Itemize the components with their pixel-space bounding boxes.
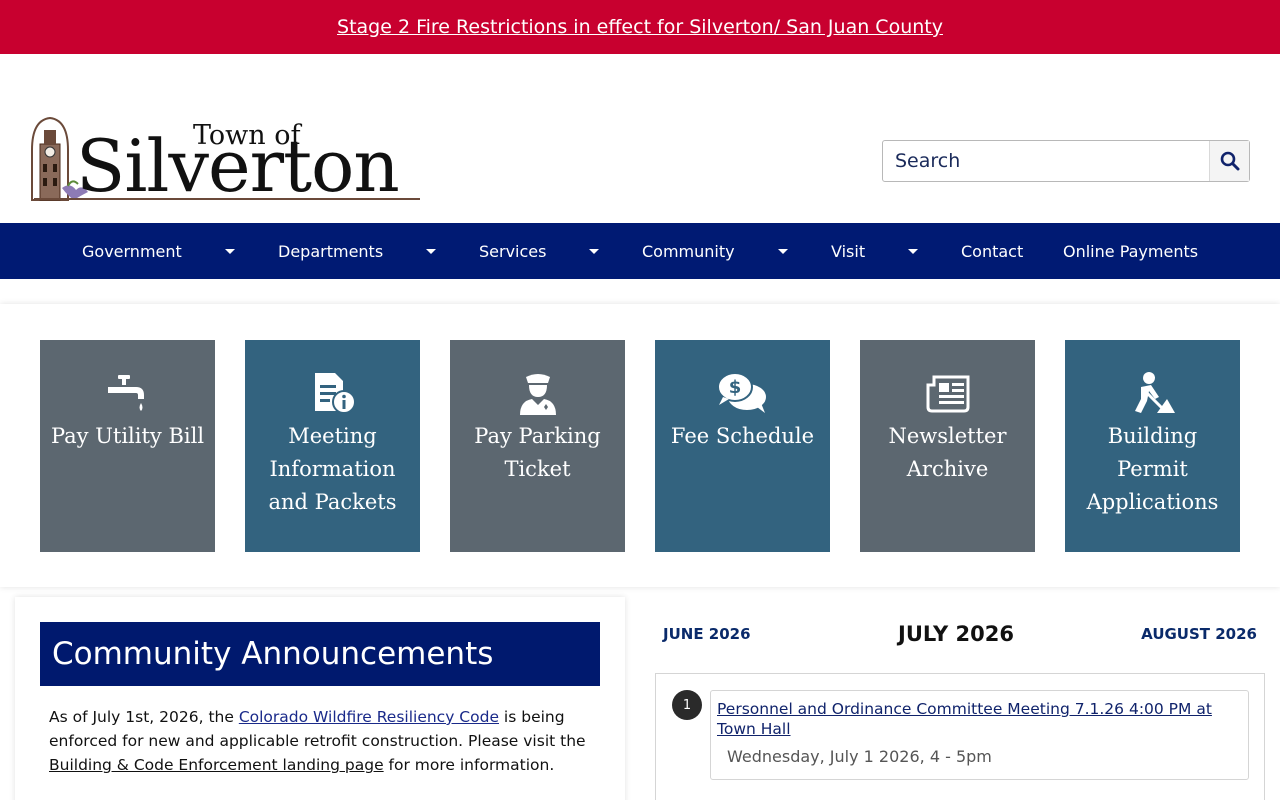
police-officer-icon (518, 370, 558, 416)
event-title-link[interactable]: Personnel and Ordinance Committee Meetin… (717, 699, 1242, 739)
visit-dropdown-caret[interactable] (903, 223, 923, 279)
announcements-title: Community Announcements (52, 636, 494, 672)
chevron-down-icon (426, 248, 436, 254)
departments-dropdown-caret[interactable] (421, 223, 441, 279)
community-dropdown-caret[interactable] (773, 223, 793, 279)
tile-label: Meeting Information and Packets (268, 424, 397, 514)
quick-link-meeting-information[interactable]: Meeting Information and Packets (245, 340, 420, 552)
tile-label: Pay Utility Bill (50, 424, 205, 448)
quick-link-fee-schedule[interactable]: $ Fee Schedule (655, 340, 830, 552)
chevron-down-icon (778, 248, 788, 254)
dollar-comments-icon: $ (716, 370, 769, 416)
tile-label: Fee Schedule (670, 424, 815, 448)
announcements-panel: Community Announcements As of July 1st, … (15, 597, 625, 800)
quick-link-pay-parking-ticket[interactable]: Pay Parking Ticket (450, 340, 625, 552)
event-day-badge: 1 (672, 690, 702, 720)
search-button[interactable] (1209, 141, 1249, 181)
alert-bar: Stage 2 Fire Restrictions in effect for … (0, 0, 1280, 54)
events-calendar: JUNE 2026 JULY 2026 AUGUST 2026 1 Person… (655, 615, 1265, 800)
faucet-icon (106, 370, 150, 416)
quick-link-building-permit-applications[interactable]: Building Permit Applications (1065, 340, 1240, 552)
file-info-icon (309, 370, 357, 416)
nav-item-departments[interactable]: Departments (278, 223, 383, 279)
svg-text:$: $ (728, 377, 741, 398)
search-icon (1220, 151, 1239, 171)
chevron-down-icon (589, 248, 599, 254)
announcement-text-part: for more information. (383, 756, 555, 774)
quick-link-newsletter-archive[interactable]: Newsletter Archive (860, 340, 1035, 552)
tile-label: Pay Parking Ticket (474, 424, 601, 481)
nav-item-visit[interactable]: Visit (831, 223, 865, 279)
digging-person-icon (1129, 370, 1177, 416)
site-header: Town of Silverton (0, 54, 1280, 223)
newspaper-icon (926, 370, 970, 416)
tile-label: Building Permit Applications (1086, 424, 1219, 514)
event-list: 1 Personnel and Ordinance Committee Meet… (655, 673, 1265, 800)
building-code-landing-link[interactable]: Building & Code Enforcement landing page (49, 756, 384, 774)
chevron-down-icon (908, 248, 918, 254)
nav-item-government[interactable]: Government (82, 223, 182, 279)
chevron-down-icon (225, 248, 235, 254)
nav-item-online-payments[interactable]: Online Payments (1063, 223, 1198, 279)
search-input[interactable] (883, 141, 1209, 181)
silverton-logo[interactable]: Town of Silverton (28, 116, 423, 208)
government-dropdown-caret[interactable] (220, 223, 240, 279)
services-dropdown-caret[interactable] (584, 223, 604, 279)
announcements-header: Community Announcements (40, 622, 600, 686)
calendar-next-month[interactable]: AUGUST 2026 (1141, 625, 1257, 643)
quick-links-section: Pay Utility Bill Meeting Information and… (0, 304, 1280, 587)
announcement-text-part: As of July 1st, 2026, the (49, 708, 239, 726)
fire-restrictions-alert-link[interactable]: Stage 2 Fire Restrictions in effect for … (337, 16, 943, 38)
event-datetime: Wednesday, July 1 2026, 4 - 5pm (727, 747, 992, 766)
announcement-text: As of July 1st, 2026, the Colorado Wildf… (49, 705, 594, 777)
logo-town-name: Silverton (76, 124, 400, 208)
nav-item-contact[interactable]: Contact (961, 223, 1023, 279)
main-nav: Government Departments Services Communit… (0, 223, 1280, 279)
nav-item-community[interactable]: Community (642, 223, 735, 279)
wildfire-code-link[interactable]: Colorado Wildfire Resiliency Code (239, 708, 499, 726)
calendar-current-month: JULY 2026 (898, 622, 1014, 646)
nav-item-services[interactable]: Services (479, 223, 546, 279)
event-card: Personnel and Ordinance Committee Meetin… (710, 690, 1249, 780)
logo-underline (34, 198, 420, 200)
calendar-prev-month[interactable]: JUNE 2026 (663, 625, 751, 643)
quick-link-pay-utility-bill[interactable]: Pay Utility Bill (40, 340, 215, 552)
tile-label: Newsletter Archive (888, 424, 1007, 481)
search-box (882, 140, 1250, 182)
